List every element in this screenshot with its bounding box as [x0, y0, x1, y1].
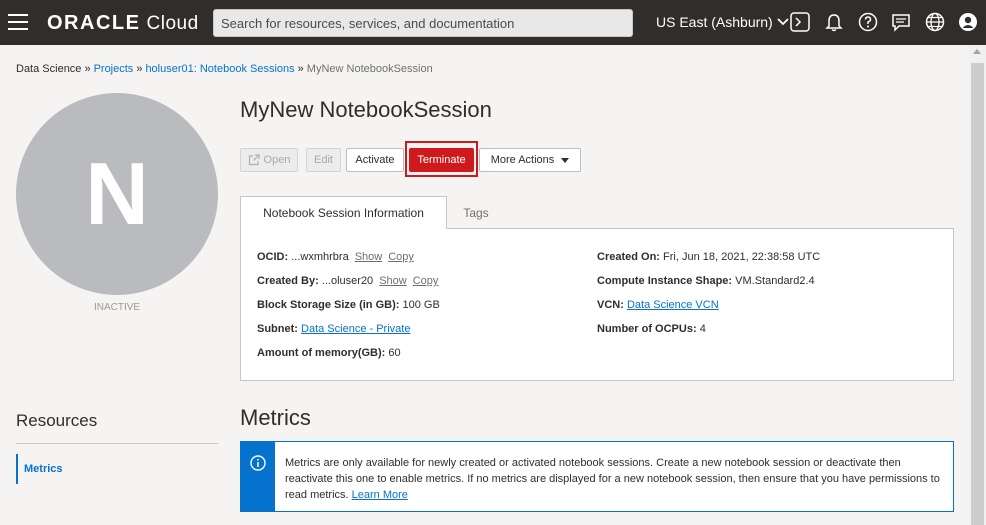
- oracle-cloud-logo[interactable]: ORACLE Cloud: [47, 12, 199, 35]
- block-storage-label: Block Storage Size (in GB):: [257, 299, 400, 311]
- vcn-label: VCN:: [597, 299, 624, 311]
- breadcrumb-separator: »: [297, 63, 304, 75]
- chat-icon[interactable]: [890, 11, 912, 33]
- region-label: US East (Ashburn): [656, 14, 773, 30]
- info-icon: [250, 455, 266, 471]
- tab-notebook-session-information[interactable]: Notebook Session Information: [240, 196, 447, 229]
- memory-field: Amount of memory(GB): 60: [257, 347, 401, 359]
- breadcrumb-data-science[interactable]: Data Science: [16, 63, 81, 75]
- info-panel: OCID: ...wxmhrbra Show Copy Created By: ..…: [240, 228, 954, 381]
- breadcrumb-separator: »: [84, 63, 91, 75]
- globe-icon[interactable]: [924, 11, 946, 33]
- ocid-copy-link[interactable]: Copy: [388, 251, 414, 263]
- created-on-field: Created On: Fri, Jun 18, 2021, 22:38:58 …: [597, 251, 820, 263]
- scrollbar-thumb[interactable]: [971, 63, 984, 525]
- subnet-label: Subnet:: [257, 323, 298, 335]
- external-link-icon: [248, 154, 260, 166]
- breadcrumb-separator: »: [136, 63, 143, 75]
- more-actions-button[interactable]: More Actions: [479, 148, 581, 172]
- metrics-info-notice: Metrics are only available for newly cre…: [240, 441, 954, 512]
- vcn-field: VCN: Data Science VCN: [597, 299, 719, 311]
- shape-value: VM.Standard2.4: [735, 275, 815, 287]
- breadcrumb-projects[interactable]: Projects: [94, 63, 134, 75]
- resources-divider: [16, 443, 218, 444]
- ocpus-label: Number of OCPUs:: [597, 323, 697, 335]
- open-button-label: Open: [263, 154, 291, 166]
- notice-text: Metrics are only available for newly cre…: [285, 455, 945, 503]
- subnet-link[interactable]: Data Science - Private: [301, 323, 410, 335]
- status-badge: INACTIVE: [93, 302, 141, 313]
- created-by-label: Created By:: [257, 275, 319, 287]
- created-on-label: Created On:: [597, 251, 660, 263]
- activate-button[interactable]: Activate: [346, 148, 404, 172]
- memory-label: Amount of memory(GB):: [257, 347, 386, 359]
- chevron-down-icon: [777, 18, 789, 26]
- bell-icon[interactable]: [823, 11, 845, 33]
- more-actions-label: More Actions: [490, 154, 555, 166]
- scroll-up-arrow-icon[interactable]: [973, 49, 981, 54]
- user-profile-icon[interactable]: [957, 11, 979, 33]
- help-icon[interactable]: [857, 11, 879, 33]
- shape-field: Compute Instance Shape: VM.Standard2.4: [597, 275, 815, 287]
- memory-value: 60: [388, 347, 401, 359]
- search-input[interactable]: Search for resources, services, and docu…: [213, 9, 633, 37]
- created-by-value: ...oluser20: [321, 275, 374, 287]
- breadcrumb: Data Science» Projects» holuser01: Noteboo…: [16, 63, 433, 75]
- logo-brand: ORACLE: [47, 12, 141, 34]
- edit-button[interactable]: Edit: [306, 148, 341, 172]
- created-on-value: Fri, Jun 18, 2021, 22:38:58 UTC: [663, 251, 821, 263]
- ocid-label: OCID:: [257, 251, 289, 263]
- ocpus-field: Number of OCPUs: 4: [597, 323, 706, 335]
- resource-item-metrics[interactable]: Metrics: [16, 454, 218, 484]
- region-selector[interactable]: US East (Ashburn): [656, 14, 789, 30]
- hamburger-menu-icon[interactable]: [8, 14, 28, 30]
- learn-more-link[interactable]: Learn More: [352, 489, 408, 501]
- vcn-link[interactable]: Data Science VCN: [627, 299, 719, 311]
- subnet-field: Subnet: Data Science - Private: [257, 323, 410, 335]
- ocid-show-link[interactable]: Show: [355, 251, 383, 263]
- block-storage-field: Block Storage Size (in GB): 100 GB: [257, 299, 440, 311]
- breadcrumb-current: MyNew NotebookSession: [306, 63, 433, 75]
- notice-bar: [241, 442, 275, 511]
- created-by-show-link[interactable]: Show: [379, 275, 407, 287]
- ocid-value: ...wxmhrbra: [291, 251, 349, 263]
- shape-label: Compute Instance Shape:: [597, 275, 733, 287]
- breadcrumb-notebook-sessions[interactable]: holuser01: Notebook Sessions: [145, 63, 294, 75]
- logo-suffix: Cloud: [146, 13, 199, 34]
- ocpus-value: 4: [699, 323, 706, 335]
- tab-tags[interactable]: Tags: [447, 196, 505, 229]
- block-storage-value: 100 GB: [402, 299, 440, 311]
- ocid-field: OCID: ...wxmhrbra Show Copy: [257, 251, 414, 263]
- created-by-field: Created By: ...oluser20 Show Copy: [257, 275, 438, 287]
- caret-down-icon: [561, 157, 570, 163]
- terminate-button[interactable]: Terminate: [409, 148, 474, 172]
- top-navigation-bar: ORACLE Cloud Search for resources, servi…: [0, 0, 986, 45]
- metrics-heading: Metrics: [240, 405, 311, 430]
- resource-avatar: N: [16, 93, 218, 295]
- vertical-scrollbar[interactable]: [969, 45, 986, 525]
- open-button[interactable]: Open: [240, 148, 298, 172]
- created-by-copy-link[interactable]: Copy: [413, 275, 439, 287]
- cloud-shell-icon[interactable]: [789, 11, 811, 33]
- avatar-letter: N: [85, 144, 149, 243]
- page-title: MyNew NotebookSession: [240, 97, 492, 122]
- resources-heading: Resources: [16, 411, 98, 430]
